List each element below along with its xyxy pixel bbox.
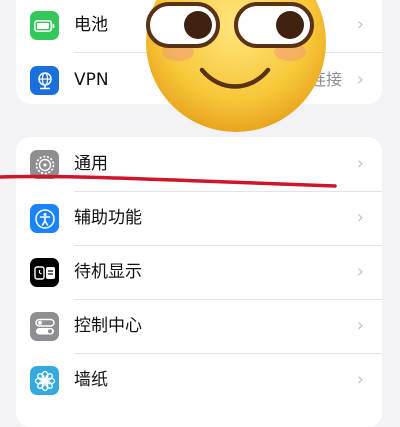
standby-icon (30, 258, 59, 287)
toggles-icon (30, 312, 59, 341)
settings-row-wallpaper[interactable]: 墙纸 › (16, 353, 382, 407)
chevron-right-icon: › (356, 261, 364, 282)
flower-icon (30, 366, 59, 395)
settings-row-accessibility[interactable]: 辅助功能 › (16, 191, 382, 245)
settings-row-label: 辅助功能 (74, 208, 142, 228)
globe-network-icon (30, 66, 59, 95)
accessibility-icon (30, 204, 59, 233)
chevron-right-icon: › (356, 369, 364, 390)
chevron-right-icon: › (356, 69, 364, 90)
settings-row-standby[interactable]: 待机显示 › (16, 245, 382, 299)
red-strike-line (0, 174, 337, 188)
settings-row-label: VPN (74, 70, 109, 90)
battery-icon (30, 11, 59, 40)
settings-row-label: 墙纸 (74, 370, 108, 390)
settings-row-label: 待机显示 (74, 262, 142, 282)
chevron-right-icon: › (356, 207, 364, 228)
chevron-right-icon: › (356, 14, 364, 35)
settings-row-control-center[interactable]: 控制中心 › (16, 299, 382, 353)
chevron-right-icon: › (356, 315, 364, 336)
settings-row-label: 电池 (74, 15, 108, 35)
settings-row-label: 控制中心 (74, 316, 142, 336)
smiling-emoji-sticker (146, 0, 326, 132)
